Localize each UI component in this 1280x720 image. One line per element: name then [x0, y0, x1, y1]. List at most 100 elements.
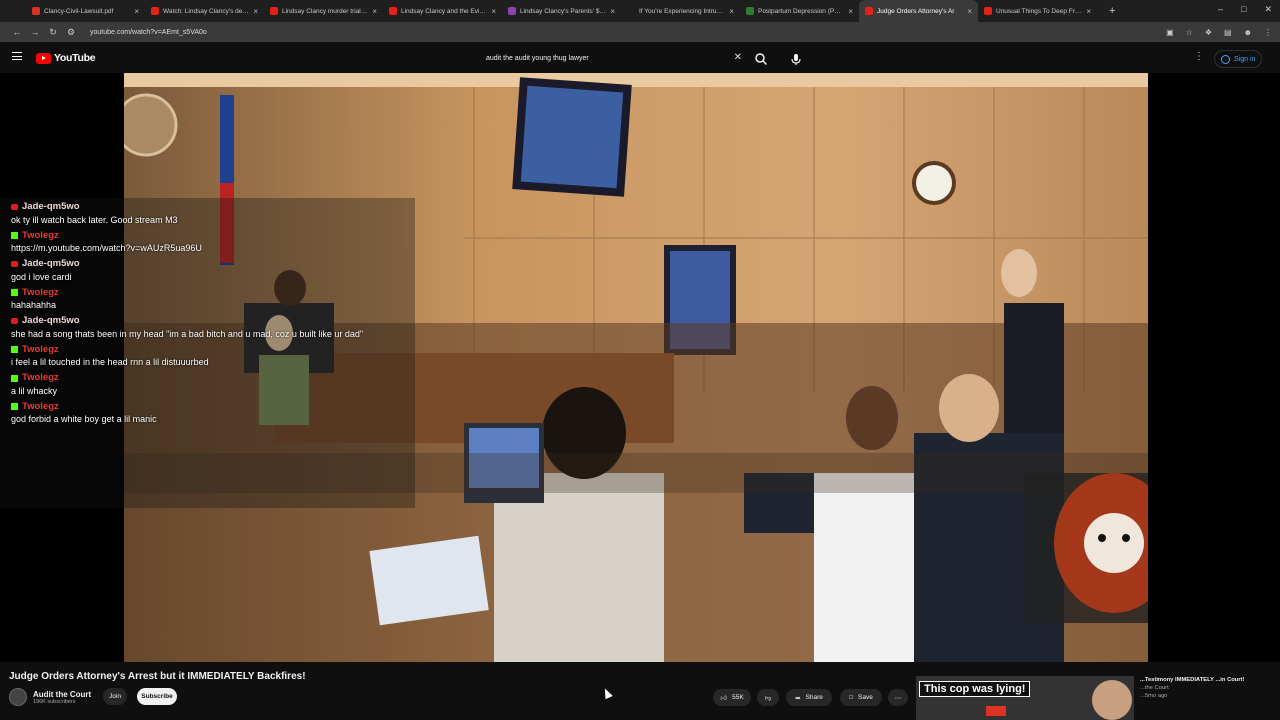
tab-close-icon[interactable]: ×: [729, 7, 734, 16]
search-input[interactable]: audit the audit young thug lawyer ✕: [478, 50, 748, 67]
channel-info[interactable]: Audit the Court 196K subscribers: [9, 688, 91, 706]
kick-platform-icon: [11, 231, 18, 239]
recommended-video-meta[interactable]: ...Testimony IMMEDIATELY ...in Court! ..…: [1140, 676, 1270, 700]
save-button[interactable]: □ Save: [840, 689, 882, 706]
tab-favicon-icon: [389, 7, 397, 15]
new-tab-button[interactable]: +: [1109, 5, 1115, 17]
browser-tab[interactable]: Lindsay Clancy murder trial: Pr ×: [264, 0, 383, 22]
chat-username: Twolegz: [11, 401, 404, 413]
subscriber-count: 196K subscribers: [33, 698, 76, 705]
chat-username: Jade-qm5wo: [11, 201, 404, 213]
browser-tab[interactable]: If You're Experiencing Intrusive ×: [621, 0, 740, 22]
chat-message-text: hahahahha: [11, 300, 57, 311]
profile-icon[interactable]: ☻: [1244, 28, 1252, 37]
thumbnail-banner-text: This cop was lying!: [919, 681, 1031, 697]
address-bar: ← → ↻ ⚙ youtube.com/watch?v=AEmt_s5VA0o …: [0, 22, 1280, 42]
tab-favicon-icon: [151, 7, 159, 15]
tab-title: If You're Experiencing Intrusive: [639, 7, 726, 15]
kick-platform-icon: [11, 346, 18, 354]
tab-favicon-icon: [865, 7, 873, 15]
join-button[interactable]: Join: [103, 688, 127, 705]
video-title: Judge Orders Attorney's Arrest but it IM…: [9, 671, 306, 682]
more-actions-button[interactable]: ⋯: [888, 689, 908, 706]
minimize-icon[interactable]: –: [1218, 4, 1223, 15]
chat-username: Jade-qm5wo: [11, 258, 404, 270]
chat-message-text: she had a song thats been in my head "im…: [11, 328, 364, 339]
channel-name[interactable]: Audit the Court: [33, 690, 91, 699]
chat-username: Twolegz: [11, 344, 404, 356]
chat-message: Twolegz hahahahha: [11, 287, 404, 312]
subscribe-button[interactable]: Subscribe: [137, 688, 177, 705]
recommended-video-title: ...Testimony IMMEDIATELY ...in Court!: [1140, 677, 1245, 683]
chat-message-text: i feel a lil touched in the head rnn a l…: [11, 357, 209, 368]
tab-close-icon[interactable]: ×: [491, 7, 496, 16]
browser-tab[interactable]: Judge Orders Attorney's Ar ×: [859, 0, 978, 22]
tab-close-icon[interactable]: ×: [848, 7, 853, 16]
back-icon[interactable]: ←: [8, 27, 26, 37]
site-info-icon[interactable]: ⚙: [62, 27, 80, 38]
window-controls: – □ ✕: [1218, 4, 1272, 15]
kick-platform-icon: [11, 403, 18, 411]
youtube-logo[interactable]: YouTube: [36, 52, 96, 64]
browser-tab[interactable]: Clancy-Civil-Lawsuit.pdf ×: [26, 0, 145, 22]
share-button[interactable]: ➦ Share: [786, 689, 832, 706]
chat-message: Jade-qm5wo ok ty ill watch back later. Go…: [11, 201, 404, 226]
browser-tab[interactable]: Lindsay Clancy's Parents' $1 Mi ×: [502, 0, 621, 22]
thumbs-down-icon: 👎︎: [764, 694, 772, 702]
chat-message: Twolegz i feel a lil touched in the head …: [11, 344, 404, 369]
chat-message-text: https://m.youtube.com/watch?v=wAUzR5ua96…: [11, 243, 202, 254]
chat-username-text: Twolegz: [22, 400, 59, 412]
like-button[interactable]: 👍︎ 55K: [713, 689, 751, 706]
browser-menu-icon[interactable]: ⋮: [1264, 28, 1272, 37]
chat-message-text: a lil whacky: [11, 385, 58, 396]
cast-icon[interactable]: ▣: [1166, 28, 1174, 37]
tab-title: Lindsay Clancy murder trial: Pr: [282, 7, 369, 15]
sign-in-button[interactable]: Sign in: [1214, 50, 1263, 68]
browser-tab[interactable]: Watch: Lindsay Clancy's defens ×: [145, 0, 264, 22]
youtube-platform-icon: [11, 203, 18, 210]
sidebar-icon[interactable]: ▤: [1224, 28, 1232, 37]
microphone-icon[interactable]: [788, 51, 804, 67]
chat-username-text: Twolegz: [22, 372, 59, 384]
tab-title: Lindsay Clancy and the Evidenc: [401, 7, 488, 15]
extensions-icon[interactable]: ❖: [1205, 28, 1212, 37]
dislike-button[interactable]: 👎︎: [757, 689, 779, 706]
forward-icon[interactable]: →: [26, 27, 44, 37]
hamburger-menu-icon[interactable]: [12, 52, 22, 60]
tab-close-icon[interactable]: ×: [610, 7, 615, 16]
bookmark-star-icon[interactable]: ☆: [1186, 28, 1193, 37]
browser-tab[interactable]: Postpartum Depression (PPD): ×: [740, 0, 859, 22]
tab-title: Lindsay Clancy's Parents' $1 Mi: [520, 7, 607, 15]
settings-more-icon[interactable]: ⋮: [1194, 51, 1204, 62]
chat-username: Jade-qm5wo: [11, 315, 404, 327]
reload-icon[interactable]: ↻: [44, 27, 62, 38]
browser-tab[interactable]: Lindsay Clancy and the Evidenc ×: [383, 0, 502, 22]
chat-username-text: Jade-qm5wo: [22, 201, 80, 212]
chat-message: Jade-qm5wo god i love cardi: [11, 258, 404, 283]
video-player[interactable]: Jade-qm5wo ok ty ill watch back later. Go…: [0, 73, 1280, 662]
tab-close-icon[interactable]: ×: [134, 7, 139, 16]
recommended-video-thumbnail[interactable]: This cop was lying!: [916, 676, 1134, 720]
chat-message: Twolegz god forbid a white boy get a lil …: [11, 401, 404, 426]
chat-message-text: god forbid a white boy get a lil manic: [11, 414, 157, 425]
tab-close-icon[interactable]: ×: [1086, 7, 1091, 16]
tab-close-icon[interactable]: ×: [967, 7, 972, 16]
tab-favicon-icon: [984, 7, 992, 15]
youtube-platform-icon: [11, 317, 18, 324]
chat-message-text: ok ty ill watch back later. Good stream …: [11, 214, 178, 225]
tab-title: Judge Orders Attorney's Ar: [877, 7, 955, 15]
url-field[interactable]: youtube.com/watch?v=AEmt_s5VA0o: [90, 29, 1166, 36]
clear-search-icon[interactable]: ✕: [734, 52, 742, 63]
maximize-icon[interactable]: □: [1241, 4, 1246, 15]
tab-favicon-icon: [270, 7, 278, 15]
channel-avatar[interactable]: [9, 688, 27, 706]
chat-username-text: Jade-qm5wo: [22, 315, 80, 327]
tab-close-icon[interactable]: ×: [253, 7, 258, 16]
search-icon[interactable]: [753, 51, 769, 67]
browser-tab[interactable]: Unusual Things To Deep Fry - Y ×: [978, 0, 1097, 22]
share-icon: ➦: [795, 694, 801, 702]
close-window-icon[interactable]: ✕: [1264, 4, 1272, 15]
recommended-video-channel: ...the Court: [1140, 685, 1169, 692]
tab-close-icon[interactable]: ×: [372, 7, 377, 16]
youtube-platform-icon: [11, 260, 18, 267]
